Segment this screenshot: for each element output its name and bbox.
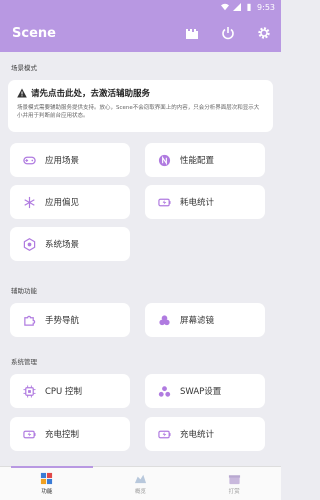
active-tab-indicator bbox=[11, 466, 93, 468]
screen-filter-label: 屏幕滤镜 bbox=[180, 316, 215, 326]
overview-icon bbox=[134, 474, 147, 484]
tab-overview[interactable]: 概览 bbox=[94, 467, 188, 500]
power-icon[interactable] bbox=[221, 25, 235, 40]
app-scene-label: 应用场景 bbox=[45, 156, 80, 166]
battery-icon bbox=[247, 3, 251, 11]
battery-charge-icon bbox=[158, 198, 171, 206]
charge-control-icon bbox=[23, 430, 36, 438]
wifi-icon bbox=[221, 3, 230, 11]
grid-icon bbox=[41, 472, 53, 485]
tab-donate-label: 打赏 bbox=[228, 489, 240, 495]
cpu-icon bbox=[23, 384, 36, 398]
tab-donate[interactable]: 打赏 bbox=[187, 467, 281, 500]
charge-stats-button[interactable]: 充电统计 bbox=[145, 417, 265, 451]
section-label-assist: 辅助功能 bbox=[11, 287, 37, 295]
status-bar: 9:53 bbox=[0, 0, 281, 14]
swap-settings-button[interactable]: SWAP设置 bbox=[145, 374, 265, 408]
app-pref-label: 应用偏见 bbox=[45, 198, 80, 208]
section-label-scene-mode: 场景模式 bbox=[11, 64, 37, 72]
gamepad-icon bbox=[23, 156, 36, 164]
bottom-nav: 功能 概览 打赏 bbox=[0, 466, 281, 500]
power-stats-label: 耗电统计 bbox=[180, 198, 215, 208]
castle-icon[interactable] bbox=[185, 25, 199, 39]
filter-icon bbox=[159, 314, 170, 325]
swap-icon bbox=[158, 385, 171, 397]
system-scene-label: 系统场景 bbox=[45, 240, 80, 250]
swap-settings-label: SWAP设置 bbox=[180, 387, 222, 397]
cpu-control-label: CPU 控制 bbox=[45, 387, 82, 397]
cpu-control-button[interactable]: CPU 控制 bbox=[10, 374, 130, 408]
signal-icon bbox=[233, 3, 242, 11]
warning-icon bbox=[17, 88, 27, 98]
gift-icon bbox=[228, 475, 240, 485]
tab-functions-label: 功能 bbox=[41, 489, 53, 495]
perf-config-button[interactable]: 性能配置 bbox=[145, 143, 265, 177]
status-time: 9:53 bbox=[257, 2, 275, 12]
notice-title: 请先点击此处，去激活辅助服务 bbox=[31, 89, 151, 99]
snowflake-icon bbox=[24, 196, 35, 208]
gesture-nav-button[interactable]: 手势导航 bbox=[10, 303, 130, 337]
gear-icon[interactable] bbox=[257, 25, 271, 39]
charge-stats-icon bbox=[158, 430, 171, 438]
puzzle-icon bbox=[24, 315, 36, 326]
section-label-system: 系统管理 bbox=[11, 358, 37, 366]
accessibility-notice[interactable]: 请先点击此处，去激活辅助服务 场景模式需要辅助服务提供支持。放心，Scene不会… bbox=[8, 80, 273, 132]
app-bar: Scene bbox=[0, 14, 281, 52]
power-stats-button[interactable]: 耗电统计 bbox=[145, 185, 265, 219]
screen-filter-button[interactable]: 屏幕滤镜 bbox=[145, 303, 265, 337]
charge-control-label: 充电控制 bbox=[45, 430, 80, 440]
system-scene-button[interactable]: 系统场景 bbox=[10, 227, 130, 261]
charge-control-button[interactable]: 充电控制 bbox=[10, 417, 130, 451]
gesture-nav-label: 手势导航 bbox=[45, 316, 80, 326]
tab-functions[interactable]: 功能 bbox=[0, 467, 94, 500]
app-pref-button[interactable]: 应用偏见 bbox=[10, 185, 130, 219]
app-scene-button[interactable]: 应用场景 bbox=[10, 143, 130, 177]
perf-config-label: 性能配置 bbox=[180, 156, 215, 166]
charge-stats-label: 充电统计 bbox=[180, 430, 215, 440]
hexagon-gear-icon bbox=[23, 237, 36, 251]
app-title: Scene bbox=[12, 25, 56, 41]
performance-icon bbox=[158, 154, 171, 166]
tab-overview-label: 概览 bbox=[135, 489, 147, 495]
notice-body: 场景模式需要辅助服务提供支持。放心，Scene不会窃取界面上的内容，只会分析界面… bbox=[17, 105, 260, 119]
